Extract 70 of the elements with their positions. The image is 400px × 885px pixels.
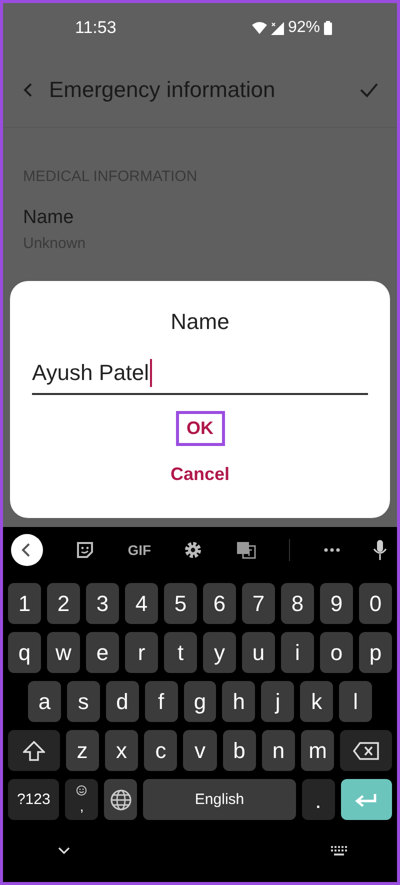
check-icon[interactable] — [359, 82, 379, 98]
keyboard-key[interactable]: 0 — [359, 583, 392, 624]
mic-icon[interactable] — [372, 540, 387, 560]
keyboard-key[interactable]: 3 — [86, 583, 119, 624]
cancel-button[interactable]: Cancel — [162, 460, 238, 489]
keyboard-key[interactable]: 5 — [164, 583, 197, 624]
symbols-key[interactable]: ?123 — [8, 779, 60, 820]
shift-key[interactable] — [8, 730, 60, 771]
space-key[interactable]: English — [143, 779, 296, 820]
keyboard-key[interactable]: 8 — [281, 583, 314, 624]
keyboard-key[interactable]: e — [86, 632, 119, 673]
page-title: Emergency information — [49, 77, 276, 103]
language-key[interactable] — [104, 779, 138, 820]
item-label: Name — [23, 207, 75, 229]
keyboard-key[interactable]: 2 — [47, 583, 80, 624]
signal-icon — [270, 22, 284, 34]
keyboard-key[interactable]: c — [144, 730, 178, 771]
battery-icon — [324, 21, 332, 35]
keyboard-key[interactable]: a — [28, 681, 61, 722]
keyboard-key[interactable]: g — [184, 681, 216, 722]
keyboard-key[interactable]: r — [125, 632, 158, 673]
keyboard-key[interactable]: h — [222, 681, 256, 722]
keyboard-key[interactable]: q — [8, 632, 41, 673]
ok-button[interactable]: OK — [176, 411, 224, 446]
backspace-icon — [353, 742, 380, 760]
more-icon[interactable] — [324, 548, 340, 552]
keyboard-key[interactable]: s — [66, 681, 100, 722]
keyboard-key[interactable]: 4 — [125, 583, 158, 624]
keyboard-key[interactable]: y — [203, 632, 236, 673]
gif-button[interactable]: GIF — [128, 542, 152, 558]
keyboard-key[interactable]: n — [262, 730, 296, 771]
keyboard-key[interactable]: 7 — [242, 583, 275, 624]
dialog-title: Name — [170, 309, 230, 335]
battery-percent: 92% — [288, 19, 320, 37]
status-time: 11:53 — [75, 18, 116, 38]
keyboard-key[interactable]: u — [242, 632, 275, 673]
keyboard-key[interactable]: f — [144, 681, 178, 722]
backspace-key[interactable] — [340, 730, 392, 771]
keyboard-key[interactable]: i — [281, 632, 314, 673]
keyboard-key[interactable]: o — [320, 632, 353, 673]
back-icon[interactable] — [11, 534, 43, 566]
keyboard-key[interactable]: v — [183, 730, 217, 771]
enter-key[interactable] — [340, 779, 392, 820]
keyboard-key[interactable]: w — [47, 632, 80, 673]
sticker-icon[interactable] — [76, 541, 94, 559]
keyboard-key[interactable]: k — [300, 681, 334, 722]
keyboard-key[interactable]: j — [261, 681, 294, 722]
keyboard-key[interactable]: b — [222, 730, 256, 771]
keyboard-key[interactable]: t — [164, 632, 197, 673]
keyboard-key[interactable]: m — [301, 730, 334, 771]
enter-arrow-icon — [355, 792, 378, 806]
globe-icon — [110, 788, 132, 810]
wifi-icon — [252, 22, 267, 34]
keyboard-key[interactable]: 1 — [8, 583, 41, 624]
period-key[interactable]: . — [302, 779, 335, 820]
name-input-field[interactable]: Ayush Patel — [32, 359, 368, 395]
keyboard-key[interactable]: l — [339, 681, 372, 722]
keyboard-key[interactable]: d — [106, 681, 139, 722]
hide-keyboard-icon[interactable] — [58, 847, 70, 855]
up-arrow-icon — [22, 740, 45, 760]
smiley-icon — [76, 785, 88, 796]
keyboard-key[interactable]: 9 — [320, 583, 353, 624]
keyboard-key[interactable]: z — [66, 730, 99, 771]
translate-icon[interactable] — [236, 541, 256, 559]
emoji-comma-key[interactable]: , — [65, 779, 98, 820]
keyboard-key[interactable]: 6 — [203, 583, 236, 624]
keyboard-key[interactable]: x — [104, 730, 138, 771]
keyboard-key[interactable]: p — [359, 632, 392, 673]
keyboard-icon[interactable] — [331, 846, 347, 856]
settings-icon[interactable] — [184, 541, 202, 559]
